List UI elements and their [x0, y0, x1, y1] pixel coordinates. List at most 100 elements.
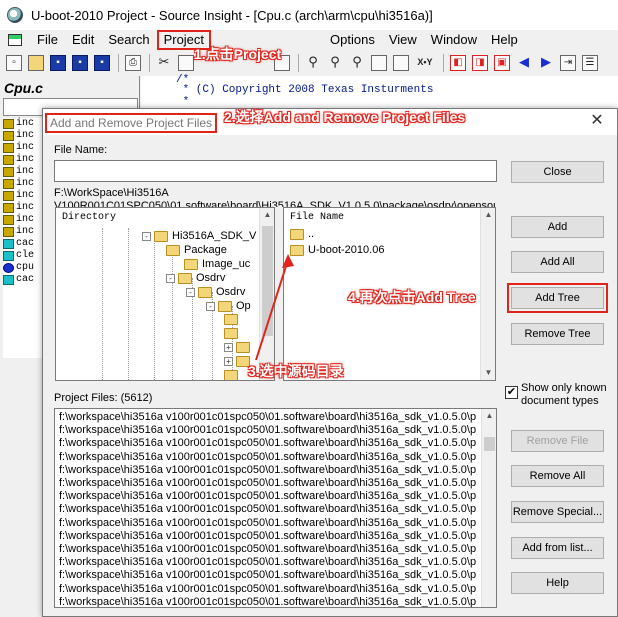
add-button[interactable]: Add: [511, 216, 604, 238]
close-button[interactable]: Close: [511, 161, 604, 183]
remove-special-button[interactable]: Remove Special...: [511, 501, 604, 523]
project-files-scrollbar[interactable]: ▲: [481, 409, 496, 607]
new-file-icon[interactable]: ▫: [6, 55, 22, 71]
directory-scrollbar[interactable]: ▲ ▼: [259, 208, 274, 380]
add-all-button[interactable]: Add All: [511, 251, 604, 273]
symbol-list-item[interactable]: inc: [3, 214, 43, 226]
symbol-list-item[interactable]: cac: [3, 238, 43, 250]
symbol-list-item[interactable]: inc: [3, 166, 43, 178]
scroll-up-icon[interactable]: ▲: [482, 409, 496, 423]
collapse-icon[interactable]: -: [142, 231, 151, 241]
symbol-list-item[interactable]: inc: [3, 226, 43, 238]
menu-options[interactable]: Options: [323, 30, 382, 50]
print-icon[interactable]: ⎙: [125, 55, 141, 71]
remove-tree-button[interactable]: Remove Tree: [511, 323, 604, 345]
help-button[interactable]: Help: [511, 572, 604, 594]
bookmark-next-icon[interactable]: ◨: [472, 55, 488, 71]
add-tree-button[interactable]: Add Tree: [507, 283, 608, 313]
uboot-dir-item[interactable]: U-boot-2010.06: [290, 244, 384, 256]
replace-files-icon[interactable]: [393, 55, 409, 71]
directory-tree-item[interactable]: +: [224, 342, 254, 353]
add-from-list-button[interactable]: Add from list...: [511, 537, 604, 559]
directory-pane[interactable]: Directory - Hi3516A_SDK_V Package Image_uc -…: [55, 207, 275, 381]
xy-relation-icon[interactable]: X•Y: [415, 55, 435, 71]
collapse-icon[interactable]: -: [186, 287, 195, 297]
symbol-list-item[interactable]: inc: [3, 118, 43, 130]
copy-icon[interactable]: [178, 55, 194, 71]
symbol-list-item[interactable]: inc: [3, 190, 43, 202]
bookmark-prev-icon[interactable]: ◧: [450, 55, 466, 71]
save-icon[interactable]: ▪: [50, 55, 66, 71]
project-file-row[interactable]: f:\workspace\hi3516a v100r001c01spc050\0…: [59, 411, 476, 423]
menu-help[interactable]: Help: [484, 30, 525, 50]
directory-tree-item[interactable]: Image_uc: [184, 258, 250, 270]
system-menu-icon[interactable]: [8, 34, 22, 46]
remove-all-button[interactable]: Remove All: [511, 465, 604, 487]
save-as-icon[interactable]: ▪: [94, 55, 110, 71]
close-icon[interactable]: ✕: [587, 111, 607, 131]
cut-icon[interactable]: ✂: [156, 55, 172, 71]
project-file-row[interactable]: f:\workspace\hi3516a v100r001c01spc050\0…: [59, 569, 476, 581]
project-file-row[interactable]: f:\workspace\hi3516a v100r001c01spc050\0…: [59, 583, 476, 595]
scroll-thumb[interactable]: [262, 226, 273, 336]
project-file-row[interactable]: f:\workspace\hi3516a v100r001c01spc050\0…: [59, 424, 476, 436]
symbol-list-item[interactable]: cac: [3, 274, 43, 286]
outline-icon[interactable]: ☰: [582, 55, 598, 71]
file-name-scrollbar[interactable]: ▲ ▼: [480, 208, 495, 380]
search-forward-icon[interactable]: ⚲: [327, 55, 343, 71]
search-files-icon[interactable]: [371, 55, 387, 71]
scroll-up-icon[interactable]: ▲: [481, 208, 495, 222]
project-files-list[interactable]: f:\workspace\hi3516a v100r001c01spc050\0…: [54, 408, 497, 608]
project-file-row[interactable]: f:\workspace\hi3516a v100r001c01spc050\0…: [59, 530, 476, 542]
lookup-references-icon[interactable]: ⚲: [305, 55, 321, 71]
save-all-icon[interactable]: ▪: [72, 55, 88, 71]
project-file-row[interactable]: f:\workspace\hi3516a v100r001c01spc050\0…: [59, 490, 476, 502]
directory-tree-item[interactable]: [224, 314, 242, 325]
project-file-row[interactable]: f:\workspace\hi3516a v100r001c01spc050\0…: [59, 437, 476, 449]
back-arrow-icon[interactable]: ◀: [516, 55, 532, 71]
directory-tree-item[interactable]: - Osdrv: [166, 272, 225, 284]
forward-arrow-icon[interactable]: ▶: [538, 55, 554, 71]
directory-tree-item[interactable]: - Osdrv: [186, 286, 245, 298]
directory-tree-item[interactable]: - Op: [206, 300, 251, 312]
menu-view[interactable]: View: [382, 30, 424, 50]
bookmark-toggle-icon[interactable]: ▣: [494, 55, 510, 71]
directory-tree-item[interactable]: [224, 370, 242, 380]
scroll-thumb[interactable]: [484, 437, 495, 451]
file-name-input[interactable]: [54, 160, 497, 182]
open-folder-icon[interactable]: [28, 55, 44, 71]
expand-icon[interactable]: +: [224, 357, 233, 366]
project-file-row[interactable]: f:\workspace\hi3516a v100r001c01spc050\0…: [59, 543, 476, 555]
directory-tree-item[interactable]: Package: [166, 244, 227, 256]
menu-search[interactable]: Search: [101, 30, 156, 50]
project-file-row[interactable]: f:\workspace\hi3516a v100r001c01spc050\0…: [59, 596, 476, 607]
project-file-row[interactable]: f:\workspace\hi3516a v100r001c01spc050\0…: [59, 477, 476, 489]
symbol-list-item[interactable]: inc: [3, 178, 43, 190]
show-known-checkbox[interactable]: ✔: [505, 386, 518, 399]
menu-file[interactable]: File: [30, 30, 65, 50]
project-file-row[interactable]: f:\workspace\hi3516a v100r001c01spc050\0…: [59, 451, 476, 463]
symbol-list-item[interactable]: inc: [3, 142, 43, 154]
symbol-list-item[interactable]: inc: [3, 130, 43, 142]
remove-file-button[interactable]: Remove File: [511, 430, 604, 452]
symbol-list-item[interactable]: inc: [3, 202, 43, 214]
menu-edit[interactable]: Edit: [65, 30, 101, 50]
scroll-up-icon[interactable]: ▲: [260, 208, 274, 222]
project-file-row[interactable]: f:\workspace\hi3516a v100r001c01spc050\0…: [59, 517, 476, 529]
jump-icon[interactable]: ⇥: [560, 55, 576, 71]
directory-tree-item[interactable]: - Hi3516A_SDK_V: [142, 230, 256, 242]
parent-dir-item[interactable]: ..: [290, 228, 314, 240]
directory-tree-item[interactable]: [224, 328, 242, 339]
scroll-down-icon[interactable]: ▼: [481, 366, 495, 380]
project-file-row[interactable]: f:\workspace\hi3516a v100r001c01spc050\0…: [59, 503, 476, 515]
symbol-list-item[interactable]: cle: [3, 250, 43, 262]
symbol-list-item[interactable]: inc: [3, 154, 43, 166]
collapse-icon[interactable]: -: [206, 301, 215, 311]
project-file-row[interactable]: f:\workspace\hi3516a v100r001c01spc050\0…: [59, 464, 476, 476]
menu-window[interactable]: Window: [424, 30, 484, 50]
collapse-icon[interactable]: -: [166, 273, 175, 283]
expand-icon[interactable]: +: [224, 343, 233, 352]
search-backward-icon[interactable]: ⚲: [349, 55, 365, 71]
symbol-list[interactable]: inc inc inc inc inc inc inc inc inc inc cac cle cpu c…: [3, 118, 43, 358]
symbol-list-item[interactable]: cpu: [3, 262, 43, 274]
